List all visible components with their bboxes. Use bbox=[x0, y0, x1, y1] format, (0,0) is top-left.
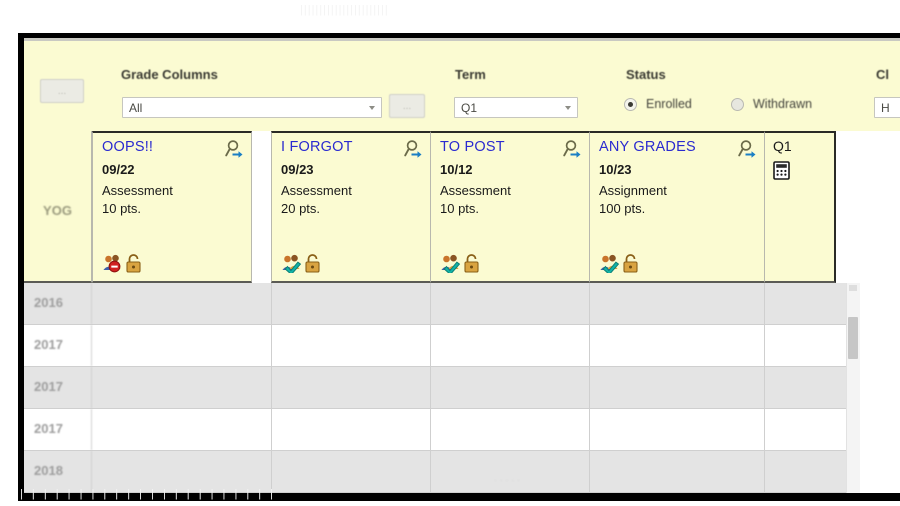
scrollbar-thumb[interactable] bbox=[848, 317, 858, 359]
cell-divider bbox=[430, 409, 431, 450]
cell-divider bbox=[764, 367, 765, 408]
cell-divider bbox=[764, 325, 765, 366]
column-title-3[interactable]: ANY GRADES bbox=[599, 139, 756, 156]
status-radio-withdrawn-label: Withdrawn bbox=[753, 97, 813, 111]
scrollbar-top-cap bbox=[849, 285, 857, 291]
cell-divider bbox=[764, 283, 765, 324]
cell-divider bbox=[589, 451, 590, 492]
magnifier-arrow-icon[interactable] bbox=[737, 139, 757, 159]
cell-divider bbox=[589, 367, 590, 408]
cell-divider bbox=[430, 283, 431, 324]
app-window-frame: ... Grade Columns All ... Term Q1 Status bbox=[18, 33, 900, 501]
status-radio-group: Enrolled Withdrawn bbox=[624, 96, 854, 116]
column-date-0: 09/22 bbox=[102, 162, 135, 177]
column-title-1[interactable]: I FORGOT bbox=[281, 139, 422, 156]
status-radio-withdrawn[interactable] bbox=[731, 98, 744, 111]
toolbar-left-button-label: ... bbox=[57, 86, 67, 97]
row-yog: 2017 bbox=[24, 409, 92, 450]
column-points-1: 20 pts. bbox=[281, 201, 321, 216]
background-artifact-bottom: | | | | | | | | | | | | | | | | | | | | … bbox=[20, 488, 277, 500]
cell-divider bbox=[271, 283, 272, 324]
term-select[interactable]: Q1 bbox=[454, 97, 578, 118]
magnifier-arrow-icon[interactable] bbox=[403, 139, 423, 159]
magnifier-arrow-icon[interactable] bbox=[224, 139, 244, 159]
class-value: H bbox=[881, 101, 890, 115]
grade-columns-select[interactable]: All bbox=[122, 97, 382, 118]
cell-divider bbox=[430, 451, 431, 492]
column-status-icons-2 bbox=[440, 253, 482, 276]
status-radio-enrolled[interactable] bbox=[624, 98, 637, 111]
status-radio-enrolled-label: Enrolled bbox=[646, 97, 692, 111]
cell-divider bbox=[589, 325, 590, 366]
row-yog: 2017 bbox=[24, 367, 92, 408]
column-status-icons-3 bbox=[599, 253, 641, 276]
background-artifact-top: ||||||||||||||||||||||| bbox=[300, 4, 389, 16]
table-row[interactable]: 2017 bbox=[24, 367, 900, 409]
grade-columns-value: All bbox=[129, 101, 143, 115]
grid-body: 2016 2017 2017 2017 2018 ..... bbox=[24, 283, 900, 493]
column-header-q1[interactable]: Q1 bbox=[764, 131, 836, 283]
grade-columns-refresh-button[interactable]: ... bbox=[389, 94, 425, 118]
cell-divider bbox=[271, 409, 272, 450]
cell-divider bbox=[764, 451, 765, 492]
term-value: Q1 bbox=[461, 101, 478, 115]
column-type-3: Assignment bbox=[599, 183, 667, 198]
chevron-down-icon bbox=[369, 106, 375, 110]
grade-columns-refresh-label: ... bbox=[402, 101, 412, 112]
column-title-q1: Q1 bbox=[773, 138, 792, 154]
column-title-2[interactable]: TO POST bbox=[440, 139, 581, 156]
cell-divider bbox=[430, 367, 431, 408]
column-header-3[interactable]: ANY GRADES 10/23 Assignment 100 pts. bbox=[589, 131, 765, 283]
cell-divider bbox=[271, 367, 272, 408]
column-title-0[interactable]: OOPS!! bbox=[102, 139, 243, 156]
screenshot-root: ||||||||||||||||||||||| ... Grade Column… bbox=[0, 0, 900, 506]
column-date-3: 10/23 bbox=[599, 162, 632, 177]
column-status-icons-0 bbox=[102, 253, 144, 273]
column-points-2: 10 pts. bbox=[440, 201, 480, 216]
column-date-2: 10/12 bbox=[440, 162, 473, 177]
gradebook-grid: YOG OOPS!! 09/22 Assessment 10 pts. I FO… bbox=[24, 131, 900, 493]
term-label: Term bbox=[455, 67, 486, 82]
class-label: Cl bbox=[876, 67, 889, 82]
class-select[interactable]: H bbox=[874, 97, 900, 118]
column-header-2[interactable]: TO POST 10/12 Assessment 10 pts. bbox=[430, 131, 590, 283]
table-row[interactable]: 2016 bbox=[24, 283, 900, 325]
cell-divider bbox=[589, 409, 590, 450]
magnifier-arrow-icon[interactable] bbox=[562, 139, 582, 159]
column-header-1[interactable]: I FORGOT 09/23 Assessment 20 pts. bbox=[271, 131, 431, 283]
calculator-icon bbox=[773, 161, 828, 185]
yog-column-header: YOG bbox=[24, 131, 92, 283]
row-artifact: ..... bbox=[494, 473, 523, 484]
grid-right-gutter bbox=[860, 283, 900, 493]
column-date-1: 09/23 bbox=[281, 162, 314, 177]
toolbar-left-button[interactable]: ... bbox=[40, 79, 84, 103]
column-points-3: 100 pts. bbox=[599, 201, 646, 216]
table-row[interactable]: 2018 ..... bbox=[24, 451, 900, 493]
column-header-0[interactable]: OOPS!! 09/22 Assessment 10 pts. bbox=[92, 131, 252, 283]
status-label: Status bbox=[626, 67, 666, 82]
app-window-content: ... Grade Columns All ... Term Q1 Status bbox=[24, 38, 900, 493]
cell-divider bbox=[271, 325, 272, 366]
row-yog: 2016 bbox=[24, 283, 92, 324]
grade-columns-label: Grade Columns bbox=[121, 67, 218, 82]
grid-vertical-scrollbar[interactable] bbox=[846, 283, 860, 493]
column-type-1: Assessment bbox=[281, 183, 352, 198]
cell-divider bbox=[589, 283, 590, 324]
column-points-0: 10 pts. bbox=[102, 201, 142, 216]
filter-toolbar: ... Grade Columns All ... Term Q1 Status bbox=[24, 38, 900, 131]
table-row[interactable]: 2017 bbox=[24, 325, 900, 367]
yog-column-header-label: YOG bbox=[43, 203, 72, 218]
table-row[interactable]: 2017 bbox=[24, 409, 900, 451]
cell-divider bbox=[430, 325, 431, 366]
column-type-0: Assessment bbox=[102, 183, 173, 198]
cell-divider bbox=[764, 409, 765, 450]
cell-divider bbox=[271, 451, 272, 492]
chevron-down-icon bbox=[565, 106, 571, 110]
column-type-2: Assessment bbox=[440, 183, 511, 198]
column-status-icons-1 bbox=[281, 253, 323, 276]
row-yog: 2018 bbox=[24, 451, 92, 492]
row-yog: 2017 bbox=[24, 325, 92, 366]
